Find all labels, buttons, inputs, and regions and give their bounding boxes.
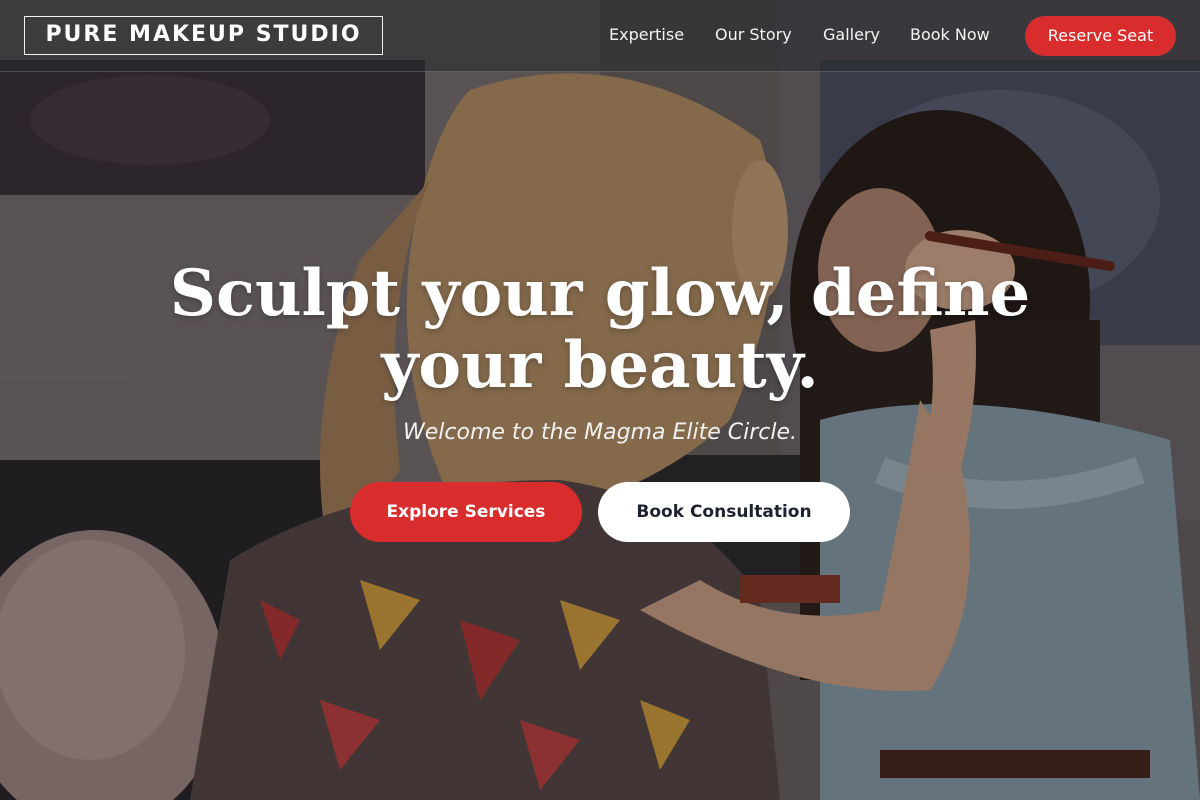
hero-headline-line-1: Sculpt your glow, define: [169, 256, 1031, 331]
nav-link-our-story[interactable]: Our Story: [715, 24, 792, 46]
nav-link-gallery[interactable]: Gallery: [823, 24, 880, 46]
book-consultation-button[interactable]: Book Consultation: [598, 482, 850, 542]
reserve-seat-button[interactable]: Reserve Seat: [1025, 16, 1176, 56]
explore-services-button[interactable]: Explore Services: [350, 482, 582, 542]
brand-logo[interactable]: PURE MAKEUP STUDIO: [24, 16, 383, 55]
hero-tagline: Welcome to the Magma Elite Circle.: [403, 420, 797, 445]
hero-headline-line-2: your beauty.: [381, 328, 819, 403]
hero-section: PURE MAKEUP STUDIO Expertise Our Story G…: [0, 0, 1200, 800]
nav-link-expertise[interactable]: Expertise: [609, 24, 684, 46]
top-navigation-bar: PURE MAKEUP STUDIO Expertise Our Story G…: [0, 0, 1200, 72]
hero-headline: Sculpt your glow, define your beauty.: [100, 258, 1100, 402]
nav-link-book-now[interactable]: Book Now: [910, 24, 990, 46]
